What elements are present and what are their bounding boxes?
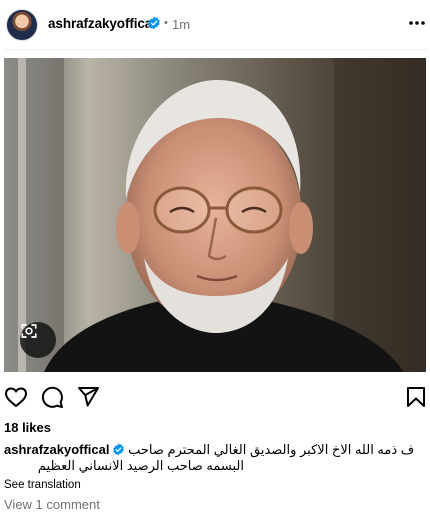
portrait-illustration: [4, 58, 426, 372]
view-comments-link[interactable]: View 1 comment: [4, 497, 100, 512]
divider: [4, 49, 427, 50]
username-link[interactable]: ashrafzakyoffical: [48, 16, 156, 31]
post-image[interactable]: [4, 58, 426, 372]
more-options-icon[interactable]: [408, 13, 426, 33]
separator-dot: •: [164, 17, 168, 29]
caption-text-line1: ف ذمه الله الاخ الاكبر والصديق الغالي ال…: [128, 442, 415, 457]
verified-badge-icon: [148, 16, 160, 30]
caption: ashrafzakyoffical ف ذمه الله الاخ الاكبر…: [4, 441, 424, 458]
likes-count[interactable]: 18 likes: [4, 420, 51, 435]
comment-icon[interactable]: [40, 385, 64, 409]
verified-badge-icon: [112, 443, 124, 456]
avatar[interactable]: [6, 9, 38, 41]
lens-button[interactable]: [20, 322, 56, 358]
action-bar: [0, 380, 430, 414]
see-translation-link[interactable]: See translation: [4, 479, 81, 491]
post-header: ashrafzakyoffical • 1m: [0, 0, 430, 50]
post-time[interactable]: 1m: [172, 17, 190, 32]
heart-icon[interactable]: [4, 385, 28, 409]
lens-icon: [21, 324, 37, 338]
send-icon[interactable]: [76, 385, 100, 409]
bookmark-icon[interactable]: [404, 385, 428, 409]
caption-text-line2: البسمه صاحب الرصيد الانساني العظيم: [37, 458, 244, 473]
caption-username[interactable]: ashrafzakyoffical: [4, 442, 110, 457]
